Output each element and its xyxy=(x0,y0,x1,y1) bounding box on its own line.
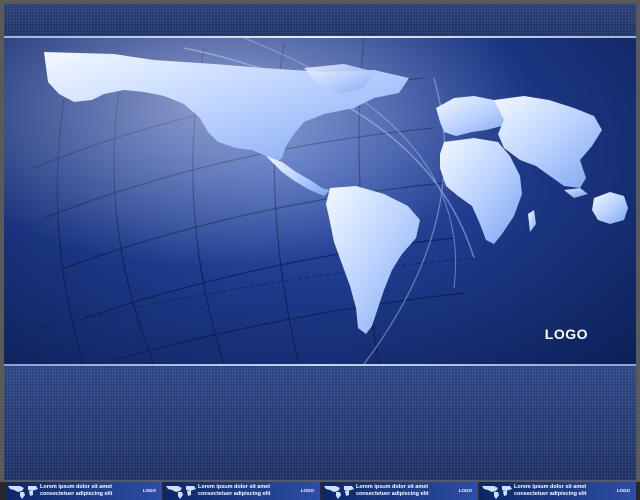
slide-template: LOGO xyxy=(4,4,636,480)
thumbnail-caption: Lorem ipsum dolor sit amet consectetuer … xyxy=(356,484,429,497)
hero-banner: LOGO xyxy=(4,38,636,364)
thumbnail-caption: Lorem ipsum dolor sit amet consectetuer … xyxy=(40,484,113,497)
slide-thumbnail[interactable]: Lorem ipsum dolor sit amet consectetuer … xyxy=(480,482,636,500)
thumbnail-logo: LOGO xyxy=(300,488,314,493)
world-map-icon xyxy=(324,486,354,499)
thumbnail-logo: LOGO xyxy=(142,488,156,493)
thumbnail-caption: Lorem ipsum dolor sit amet consectetuer … xyxy=(198,484,271,497)
content-area xyxy=(4,366,636,480)
slide-thumbnail-strip: Lorem ipsum dolor sit amet consectetuer … xyxy=(0,482,640,500)
slide-thumbnail[interactable]: Lorem ipsum dolor sit amet consectetuer … xyxy=(322,482,478,500)
slide-thumbnail[interactable]: Lorem ipsum dolor sit amet consectetuer … xyxy=(164,482,320,500)
world-map-icon xyxy=(8,486,38,499)
thumbnail-logo: LOGO xyxy=(458,488,472,493)
world-map-icon xyxy=(482,486,512,499)
thumbnail-caption: Lorem ipsum dolor sit amet consectetuer … xyxy=(514,484,587,497)
logo-text: LOGO xyxy=(544,326,588,342)
world-map-icon xyxy=(166,486,196,499)
thumbnail-logo: LOGO xyxy=(616,488,630,493)
world-map-illustration xyxy=(4,38,636,364)
slide-thumbnail[interactable]: Lorem ipsum dolor sit amet consectetuer … xyxy=(6,482,162,500)
top-header-band xyxy=(4,4,636,36)
